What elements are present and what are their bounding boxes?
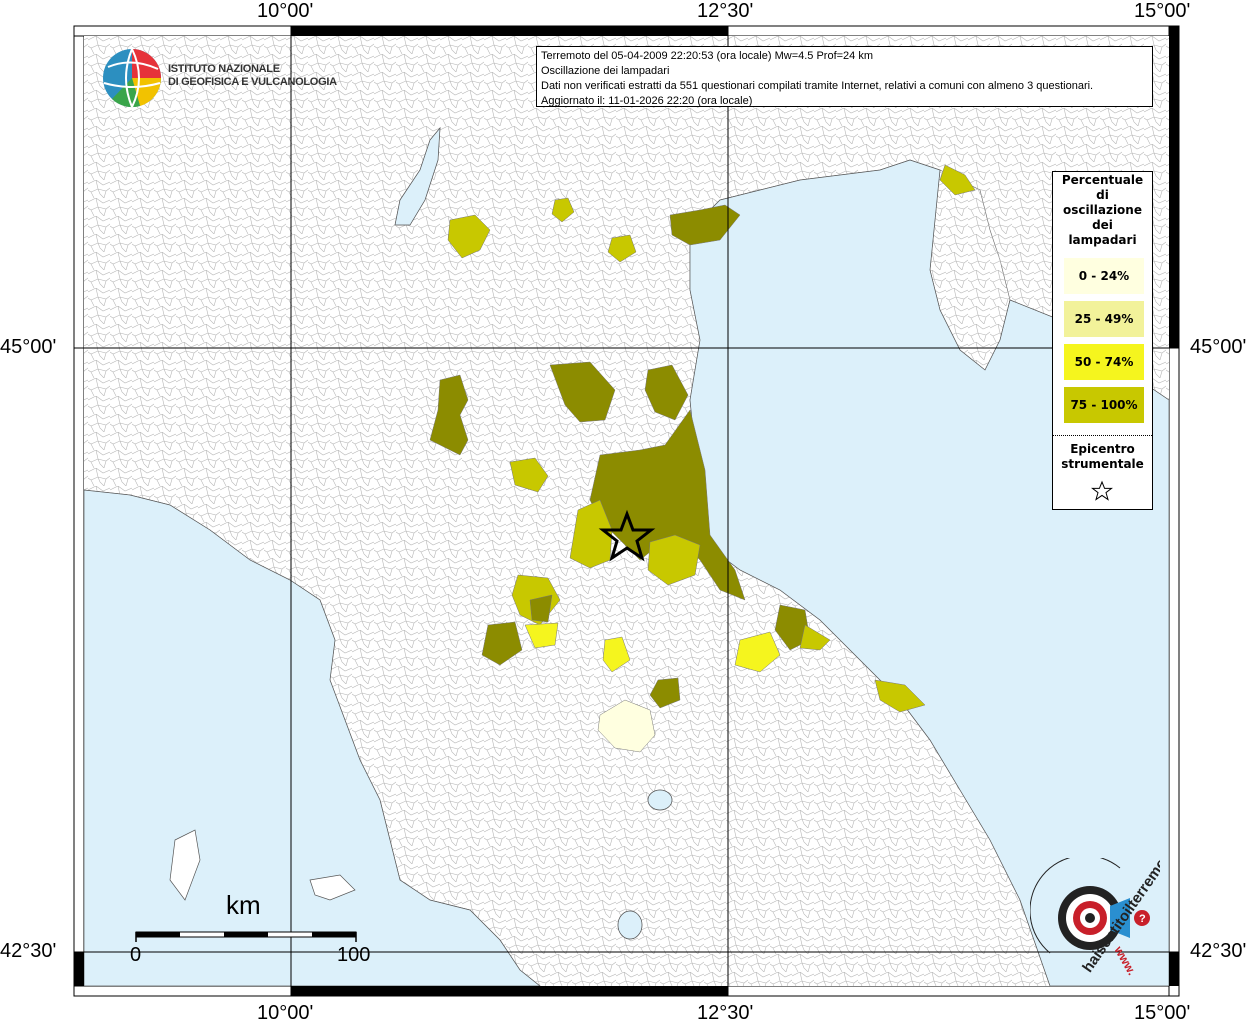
- scale-unit: km: [226, 890, 261, 920]
- svg-text:www.: www.: [1111, 943, 1139, 978]
- legend-epicenter-label: Epicentro strumentale: [1061, 442, 1144, 471]
- scale-end: 100: [337, 944, 371, 966]
- parameter-line: Oscillazione dei lampadari: [541, 65, 670, 77]
- scale-start: 0: [130, 944, 142, 966]
- legend: Percentuale di oscillazione dei lampadar…: [1052, 171, 1153, 510]
- legend-title: Percentuale di oscillazione dei lampadar…: [1061, 173, 1144, 247]
- ingv-globe-icon: [103, 48, 162, 108]
- event-info-box: Terremoto del 05-04-2009 22:20:53 (ora l…: [536, 46, 1153, 107]
- data-note-line: Dati non verificati estratti da 551 ques…: [541, 80, 1094, 92]
- event-line: Terremoto del 05-04-2009 22:20:53 (ora l…: [541, 50, 874, 62]
- legend-class-50-74: 50 - 74%: [1064, 344, 1144, 380]
- legend-class-75-100: 75 - 100%: [1064, 387, 1144, 423]
- legend-class-25-49: 25 - 49%: [1064, 301, 1144, 337]
- star-icon: [1091, 480, 1113, 501]
- svg-text:?: ?: [1139, 913, 1146, 925]
- updated-line: Aggiornato il: 11-01-2026 22:20 (ora loc…: [541, 95, 753, 107]
- haisentito-logo-icon: ? haisentitoilterremoto.it www.: [1030, 858, 1160, 978]
- legend-divider: [1053, 435, 1152, 436]
- legend-class-0-24: 0 - 24%: [1064, 258, 1144, 294]
- institute-name: ISTITUTO NAZIONALE DI GEOFISICA E VULCAN…: [168, 63, 337, 88]
